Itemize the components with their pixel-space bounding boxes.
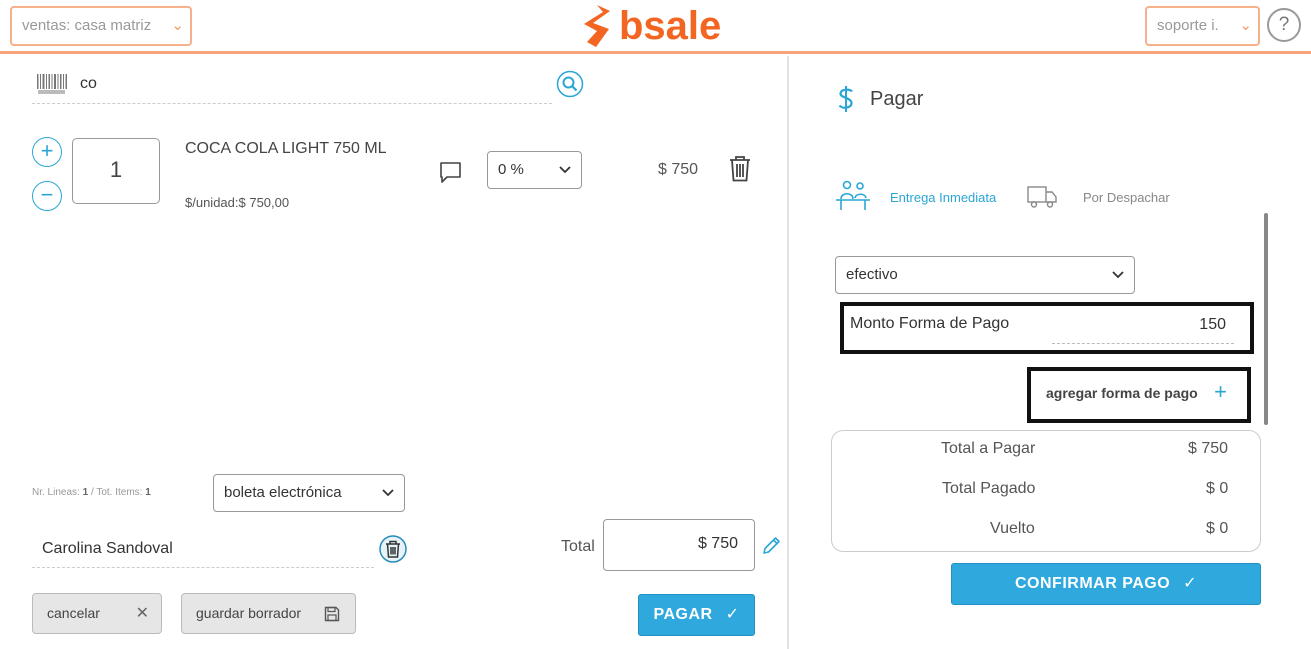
trash-icon[interactable] (729, 155, 751, 182)
lines-label: Nr. Lineas: (32, 487, 80, 498)
save-draft-label: guardar borrador (196, 605, 302, 621)
branch-select[interactable]: ventas: casa matriz ⌄ (10, 6, 192, 46)
total-paid-value: $ 0 (1206, 480, 1229, 497)
logo-icon (584, 5, 610, 47)
line-price: $ 750 (658, 161, 699, 178)
payment-title: Pagar (870, 88, 924, 110)
payment-amount-label: Monto Forma de Pago (850, 315, 1010, 332)
search-icon[interactable] (556, 70, 584, 98)
chevron-down-icon (382, 489, 394, 497)
confirm-payment-button[interactable]: CONFIRMAR PAGO ✓ (951, 563, 1261, 605)
payment-scrollbar[interactable] (1264, 213, 1268, 425)
total-to-pay-value: $ 750 (1188, 440, 1229, 457)
tab-dispatch[interactable]: Por Despachar (1083, 190, 1170, 205)
user-select[interactable]: soporte i. ⌄ (1145, 6, 1260, 46)
change-label: Vuelto (990, 520, 1035, 537)
customer-name: Carolina Sandoval (42, 540, 173, 557)
check-icon: ✓ (1183, 575, 1197, 592)
top-bar: ventas: casa matriz ⌄ bsale soporte i. ⌄… (0, 0, 1311, 54)
bsale-logo: bsale (583, 4, 721, 48)
increase-quantity-button[interactable]: + (32, 137, 62, 167)
panel-divider (787, 56, 789, 649)
product-search-input[interactable]: co (80, 75, 97, 93)
amount-underline (1052, 343, 1234, 344)
payment-method-value: efectivo (846, 266, 898, 283)
items-label: / Tot. Items: (90, 487, 143, 498)
chevron-down-icon: ⌄ (1239, 17, 1252, 34)
check-icon: ✓ (725, 606, 740, 623)
payment-amount-field[interactable]: Monto Forma de Pago 150 (840, 302, 1254, 354)
cancel-button[interactable]: cancelar ✕ (32, 593, 162, 634)
edit-total-icon[interactable] (760, 535, 782, 557)
document-type-value: boleta electrónica (224, 484, 342, 501)
total-paid-label: Total Pagado (942, 480, 1036, 497)
branch-select-value: ventas: casa matriz (22, 17, 152, 34)
items-value: 1 (145, 487, 151, 498)
close-icon: ✕ (135, 605, 149, 622)
total-value: $ 750 (603, 519, 755, 571)
user-select-value: soporte i. (1157, 17, 1219, 34)
product-unit-price: $/unidad:$ 750,00 (185, 195, 290, 210)
add-payment-method-button[interactable]: agregar forma de pago + (1027, 367, 1251, 423)
total-label: Total (561, 538, 595, 555)
comment-icon[interactable] (439, 161, 462, 184)
customer-field[interactable]: Carolina Sandoval (32, 530, 374, 568)
chevron-down-icon (559, 166, 571, 174)
payment-amount-input[interactable]: 150 (1199, 316, 1226, 334)
change-value: $ 0 (1206, 520, 1229, 537)
product-name: COCA COLA LIGHT 750 ML (185, 140, 387, 157)
quantity-field[interactable]: 1 (72, 138, 160, 204)
save-icon (324, 606, 340, 622)
chevron-down-icon: ⌄ (171, 17, 184, 34)
dollar-icon (838, 86, 853, 112)
confirm-payment-label: CONFIRMAR PAGO (1015, 575, 1171, 592)
truck-icon[interactable] (1027, 185, 1057, 209)
discount-value: 0 % (498, 161, 524, 178)
plus-icon: + (1214, 379, 1227, 404)
pay-label: PAGAR (653, 606, 713, 623)
remove-customer-icon[interactable] (379, 535, 407, 563)
lines-value: 1 (82, 487, 89, 498)
total-to-pay-label: Total a Pagar (941, 440, 1036, 457)
line-summary: Nr. Lineas: 1 / Tot. Items: 1 (32, 487, 151, 498)
product-search-field[interactable] (32, 68, 552, 104)
discount-select[interactable]: 0 % (487, 151, 582, 189)
logo-text: bsale (619, 3, 722, 48)
add-payment-method-label: agregar forma de pago (1046, 385, 1198, 401)
decrease-quantity-button[interactable]: − (32, 181, 62, 211)
payment-method-select[interactable]: efectivo (835, 256, 1135, 294)
tab-immediate-delivery[interactable]: Entrega Inmediata (890, 190, 996, 205)
save-draft-button[interactable]: guardar borrador (181, 593, 356, 634)
help-button[interactable]: ? (1267, 8, 1301, 42)
immediate-delivery-icon[interactable] (835, 179, 871, 213)
pay-button[interactable]: PAGAR ✓ (638, 594, 755, 636)
chevron-down-icon (1112, 271, 1124, 279)
document-type-select[interactable]: boleta electrónica (213, 474, 405, 512)
cancel-label: cancelar (47, 605, 100, 621)
